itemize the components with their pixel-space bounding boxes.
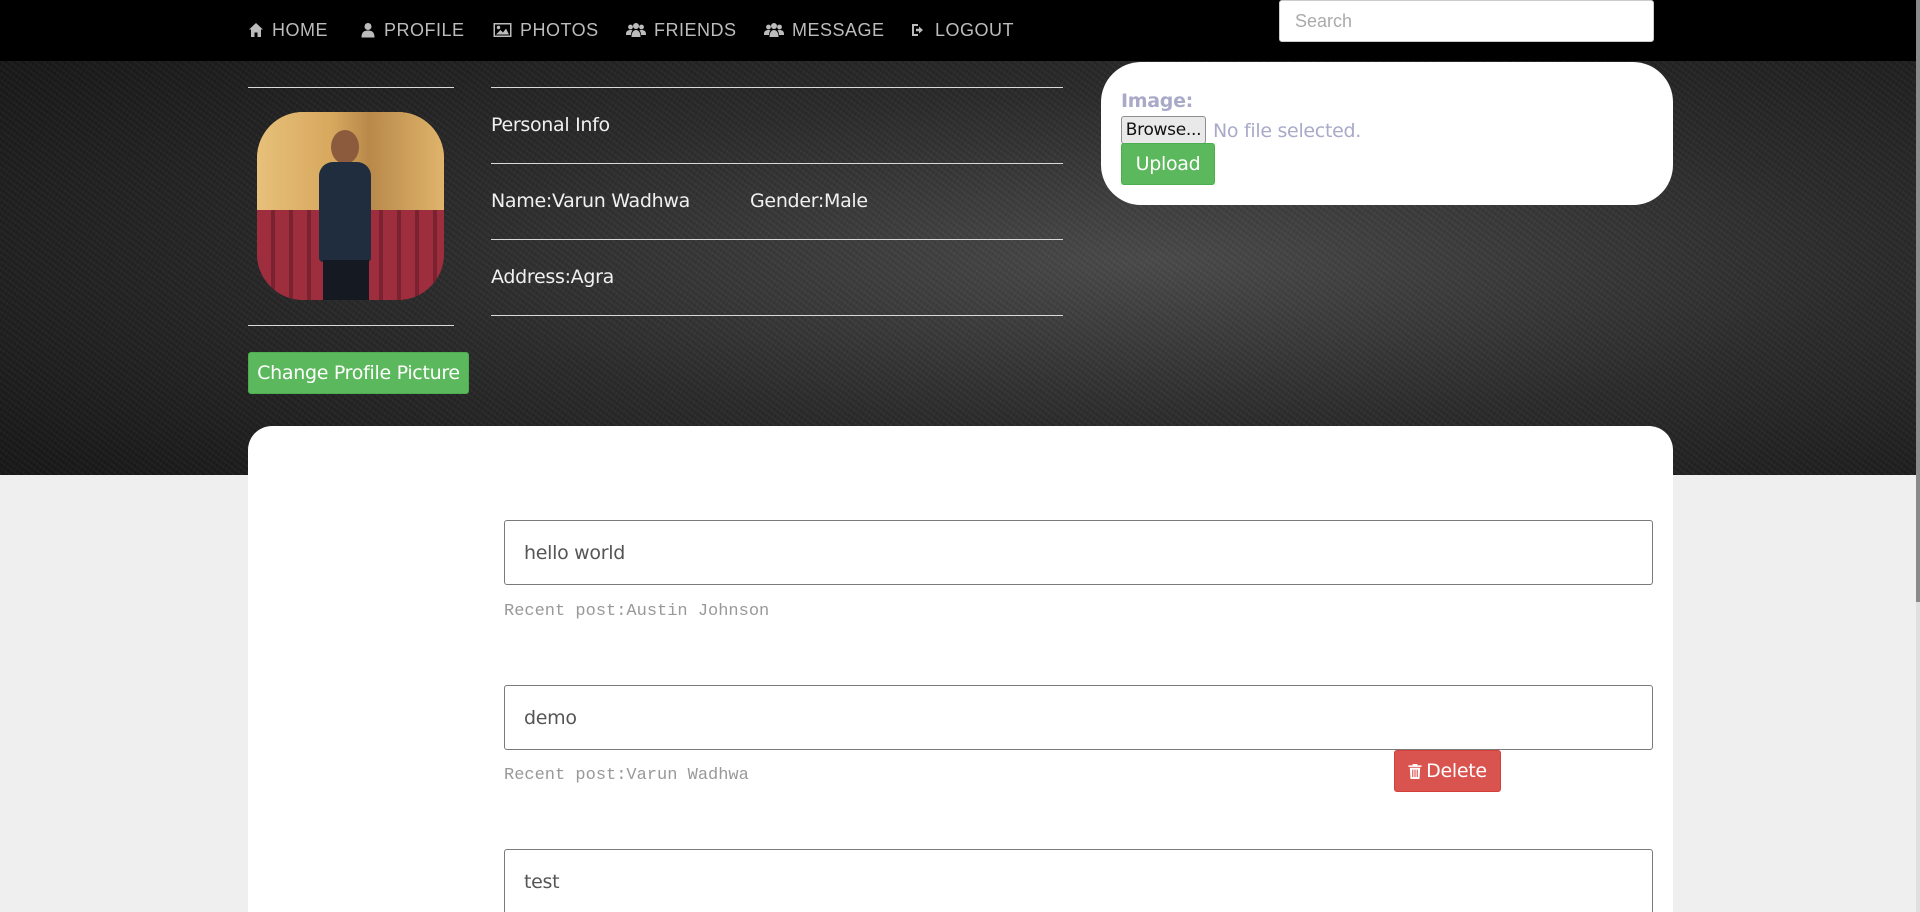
user-icon — [361, 23, 375, 38]
image-upload-card: Image: Browse... No file selected. Uploa… — [1101, 62, 1673, 205]
divider — [248, 325, 454, 326]
image-label: Image: — [1121, 90, 1193, 112]
upload-button[interactable]: Upload — [1121, 143, 1215, 185]
change-profile-picture-button[interactable]: Change Profile Picture — [248, 352, 469, 394]
nav-friends[interactable]: FRIENDS — [626, 19, 737, 41]
no-file-text: No file selected. — [1213, 120, 1361, 142]
home-icon — [249, 23, 263, 37]
profile-address: Address:Agra — [491, 266, 614, 288]
top-navbar: HOME PROFILE PHOTOS FRIENDS MESSAGE LOGO… — [0, 0, 1916, 61]
profile-gender: Gender:Male — [750, 190, 868, 212]
divider — [491, 87, 1063, 88]
delete-label: Delete — [1426, 760, 1487, 782]
posts-card: hello world Recent post:Austin Johnson d… — [248, 426, 1673, 912]
nav-home[interactable]: HOME — [248, 19, 328, 41]
nav-message[interactable]: MESSAGE — [764, 19, 885, 41]
post-meta: Recent post:Austin Johnson — [504, 602, 770, 621]
post-text: test — [504, 849, 1653, 912]
nav-logout[interactable]: LOGOUT — [911, 19, 1014, 41]
browse-button[interactable]: Browse... — [1121, 116, 1206, 144]
nav-message-label: MESSAGE — [792, 19, 885, 40]
post-text: hello world — [504, 520, 1653, 585]
delete-post-button[interactable]: Delete — [1394, 750, 1501, 792]
logout-icon — [912, 24, 923, 36]
post-text: demo — [504, 685, 1653, 750]
avatar — [257, 112, 444, 300]
profile-name: Name:Varun Wadhwa — [491, 190, 690, 212]
nav-photos[interactable]: PHOTOS — [493, 19, 599, 41]
users-icon — [764, 23, 784, 37]
nav-logout-label: LOGOUT — [935, 19, 1015, 40]
search-input[interactable] — [1279, 0, 1654, 42]
trash-icon — [1408, 763, 1422, 779]
nav-profile-label: PROFILE — [384, 19, 465, 40]
divider — [491, 163, 1063, 164]
nav-home-label: HOME — [272, 19, 328, 40]
personal-info-heading: Personal Info — [491, 114, 610, 136]
picture-icon — [493, 23, 512, 37]
divider — [491, 239, 1063, 240]
divider — [491, 315, 1063, 316]
users-icon — [626, 23, 646, 37]
nav-profile[interactable]: PROFILE — [360, 19, 465, 41]
divider — [248, 87, 454, 88]
scrollbar-thumb[interactable] — [1916, 0, 1920, 602]
nav-photos-label: PHOTOS — [520, 19, 599, 40]
nav-friends-label: FRIENDS — [654, 19, 737, 40]
post-meta: Recent post:Varun Wadhwa — [504, 766, 749, 785]
